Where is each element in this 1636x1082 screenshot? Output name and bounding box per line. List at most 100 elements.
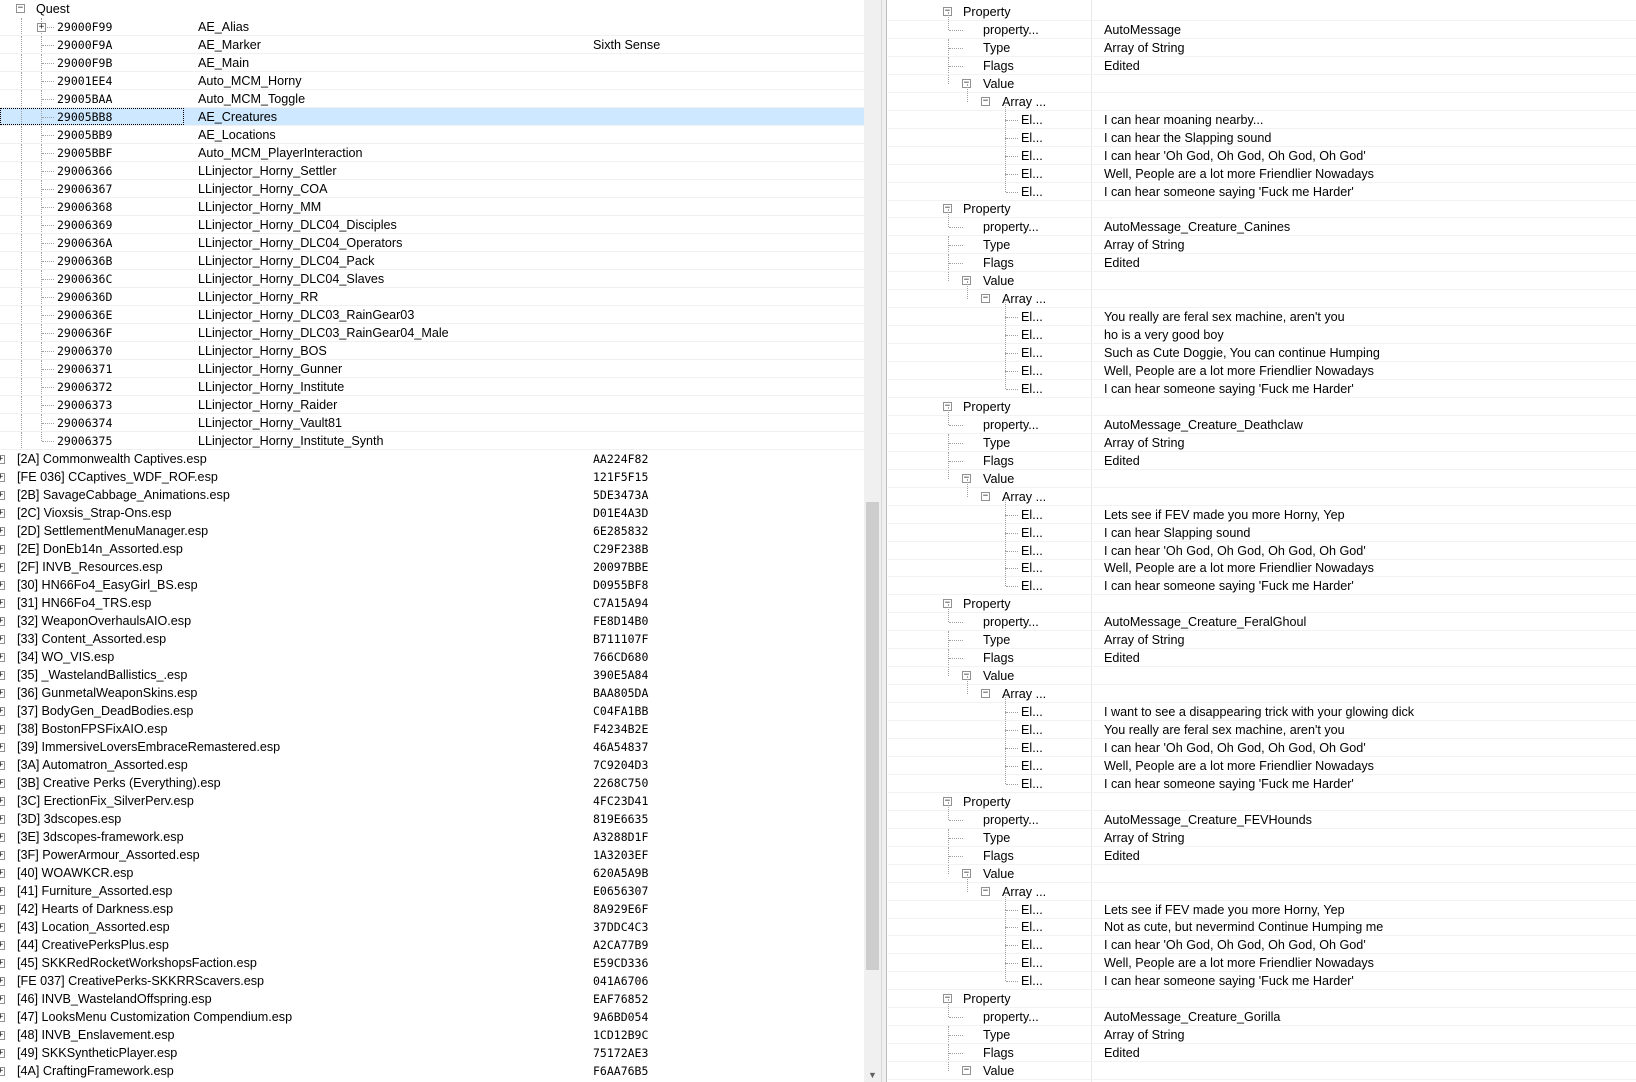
record-row[interactable]: 2900636E LLinjector_Horny_DLC03_RainGear0…: [0, 306, 864, 324]
record-row[interactable]: 29006370 LLinjector_Horny_BOS: [0, 342, 864, 360]
expand-icon[interactable]: +: [0, 473, 5, 482]
plugin-row[interactable]: + [48] INVB_Enslavement.esp 1CD12B9C: [0, 1026, 864, 1044]
expand-icon[interactable]: +: [0, 1013, 5, 1022]
expand-icon[interactable]: +: [0, 707, 5, 716]
record-row[interactable]: 29006371 LLinjector_Horny_Gunner: [0, 360, 864, 378]
expand-icon[interactable]: +: [0, 689, 5, 698]
array-element-row[interactable]: El... I can hear Slapping sound: [888, 514, 1636, 542]
plugin-row[interactable]: + [38] BostonFPSFixAIO.esp F4234B2E: [0, 720, 864, 738]
record-row[interactable]: 29006374 LLinjector_Horny_Vault81: [0, 414, 864, 432]
plugin-row[interactable]: + [47] LooksMenu Customization Compendium…: [0, 1008, 864, 1026]
expand-icon[interactable]: +: [0, 815, 5, 824]
collapse-icon[interactable]: −: [981, 491, 990, 501]
value-node[interactable]: − Value: [888, 74, 1636, 93]
plugin-row[interactable]: + [3E] 3dscopes-framework.esp A3288D1F: [0, 828, 864, 846]
type-row[interactable]: Type Array of String: [888, 828, 1636, 847]
array-element-row[interactable]: El... Such as Cute Doggie, You can contin…: [888, 335, 1636, 363]
expand-icon[interactable]: +: [0, 599, 5, 608]
property-name-row[interactable]: property... AutoMessage_Creature_Gorilla: [888, 999, 1636, 1027]
scroll-down-icon[interactable]: ▼: [868, 1070, 877, 1080]
array-element-row[interactable]: El... I can hear 'Oh God, Oh God, Oh God,…: [888, 729, 1636, 757]
array-element-row[interactable]: El... I can hear someone saying 'Fuck me …: [888, 173, 1636, 201]
expand-icon[interactable]: +: [0, 1067, 5, 1076]
plugin-row[interactable]: + [49] SKKSyntheticPlayer.esp 75172AE3: [0, 1044, 864, 1062]
array-element-row[interactable]: El... Lets see if FEV made you more Horny…: [888, 496, 1636, 524]
expand-icon[interactable]: +: [0, 959, 5, 968]
plugin-row[interactable]: + [32] WeaponOverhaulsAIO.esp FE8D14B0: [0, 612, 864, 630]
record-row[interactable]: 29001EE4 Auto_MCM_Horny: [0, 72, 864, 90]
array-element-row[interactable]: El... I can hear 'Oh God, Oh God, Oh God,…: [888, 532, 1636, 560]
plugin-row[interactable]: + [45] SKKRedRocketWorkshopsFaction.esp E5…: [0, 954, 864, 972]
property-name-row[interactable]: property... AutoMessage_Creature_Canines: [888, 209, 1636, 237]
plugin-row[interactable]: + [40] WOAWKCR.esp 620A5A9B: [0, 864, 864, 882]
array-node[interactable]: − Array ...: [888, 281, 1636, 309]
plugin-row[interactable]: + [30] HN66Fo4_EasyGirl_BS.esp D0955BF8: [0, 576, 864, 594]
record-row[interactable]: 29000F9A AE_Marker Sixth Sense: [0, 36, 864, 54]
record-row[interactable]: 2900636A LLinjector_Horny_DLC04_Operators: [0, 234, 864, 252]
expand-icon[interactable]: +: [0, 869, 5, 878]
plugin-row[interactable]: + [2A] Commonwealth Captives.esp AA224F82: [0, 450, 864, 468]
array-element-row[interactable]: El... I can hear someone saying 'Fuck me …: [888, 568, 1636, 596]
array-node[interactable]: − Array ...: [888, 83, 1636, 111]
plugin-row[interactable]: + [FE 037] CreativePerks-SKKRRScavers.esp…: [0, 972, 864, 990]
plugin-row[interactable]: + [31] HN66Fo4_TRS.esp C7A15A94: [0, 594, 864, 612]
array-element-row[interactable]: El... You really are feral sex machine, a…: [888, 712, 1636, 739]
expand-icon[interactable]: +: [0, 581, 5, 590]
expand-icon[interactable]: +: [0, 995, 5, 1004]
value-node[interactable]: − Value: [888, 1062, 1636, 1081]
plugin-row[interactable]: + [2F] INVB_Resources.esp 20097BBE: [0, 558, 864, 576]
plugin-row[interactable]: + [44] CreativePerksPlus.esp A2CA77B9: [0, 936, 864, 954]
plugin-row[interactable]: + [37] BodyGen_DeadBodies.esp C04FA1BB: [0, 702, 864, 720]
expand-icon[interactable]: +: [0, 941, 5, 950]
property-node[interactable]: − Property: [888, 200, 1636, 219]
expand-icon[interactable]: +: [0, 455, 5, 464]
array-element-row[interactable]: El... Lets see if FEV made you more Horny…: [888, 891, 1636, 919]
record-row[interactable]: 29005BAA Auto_MCM_Toggle: [0, 90, 864, 108]
array-element-row[interactable]: El... Well, People are a lot more Friendl…: [888, 353, 1636, 380]
value-node[interactable]: − Value: [888, 469, 1636, 488]
record-row[interactable]: 29006373 LLinjector_Horny_Raider: [0, 396, 864, 414]
flags-row[interactable]: Flags Edited: [888, 846, 1636, 865]
left-scrollbar-thumb[interactable]: [866, 502, 879, 970]
expand-icon[interactable]: +: [0, 509, 5, 518]
property-name-row[interactable]: property... AutoMessage_Creature_FEVHound…: [888, 801, 1636, 829]
record-row[interactable]: 29000F9B AE_Main: [0, 54, 864, 72]
property-name-row[interactable]: property... AutoMessage_Creature_FeralGho…: [888, 604, 1636, 632]
panel-splitter[interactable]: [881, 0, 887, 1082]
property-node[interactable]: − Property: [888, 793, 1636, 811]
expand-icon[interactable]: +: [0, 1049, 5, 1058]
expand-icon[interactable]: +: [0, 617, 5, 626]
record-row[interactable]: 29005BB9 AE_Locations: [0, 126, 864, 144]
record-row[interactable]: 2900636F LLinjector_Horny_DLC03_RainGear0…: [0, 324, 864, 342]
property-node[interactable]: − Property: [888, 3, 1636, 21]
expand-icon[interactable]: +: [0, 761, 5, 770]
plugin-row[interactable]: + [41] Furniture_Assorted.esp E0656307: [0, 882, 864, 900]
expand-icon[interactable]: +: [0, 653, 5, 662]
array-element-row[interactable]: El... I can hear the Slapping sound: [888, 119, 1636, 147]
expand-icon[interactable]: +: [0, 563, 5, 572]
record-row[interactable]: +29000F99 AE_Alias: [0, 18, 864, 36]
flags-row[interactable]: Flags Edited: [888, 1044, 1636, 1063]
expand-icon[interactable]: +: [0, 851, 5, 860]
plugin-row[interactable]: + [3D] 3dscopes.esp 819E6635: [0, 810, 864, 828]
record-view-panel[interactable]: − Property property... AutoMessage Type Array…: [888, 0, 1636, 1082]
array-element-row[interactable]: El... I can hear 'Oh God, Oh God, Oh God,…: [888, 927, 1636, 955]
plugin-row[interactable]: + [42] Hearts of Darkness.esp 8A929E6F: [0, 900, 864, 918]
plugin-row[interactable]: + [39] ImmersiveLoversEmbraceRemastered.e…: [0, 738, 864, 756]
record-row[interactable]: 29006366 LLinjector_Horny_Settler: [0, 162, 864, 180]
expand-icon[interactable]: +: [0, 977, 5, 986]
tree-node-quest[interactable]: − Quest: [0, 0, 864, 18]
array-element-row[interactable]: El... ho is a very good boy: [888, 317, 1636, 345]
record-row[interactable]: 29006368 LLinjector_Horny_MM: [0, 198, 864, 216]
array-element-row[interactable]: El... I can hear 'Oh God, Oh God, Oh God,…: [888, 137, 1636, 165]
record-row[interactable]: 29006369 LLinjector_Horny_DLC04_Disciples: [0, 216, 864, 234]
array-element-row[interactable]: El... I can hear someone saying 'Fuck me …: [888, 765, 1636, 793]
array-element-row[interactable]: El... Not as cute, but nevermind Continue…: [888, 909, 1636, 937]
value-node[interactable]: − Value: [888, 272, 1636, 291]
array-element-row[interactable]: El... Well, People are a lot more Friendl…: [888, 747, 1636, 775]
value-node[interactable]: − Value: [888, 864, 1636, 883]
expand-icon[interactable]: +: [0, 743, 5, 752]
type-row[interactable]: Type Array of String: [888, 1026, 1636, 1045]
array-element-row[interactable]: El... You really are feral sex machine, a…: [888, 299, 1636, 327]
record-row[interactable]: 29006372 LLinjector_Horny_Institute: [0, 378, 864, 396]
